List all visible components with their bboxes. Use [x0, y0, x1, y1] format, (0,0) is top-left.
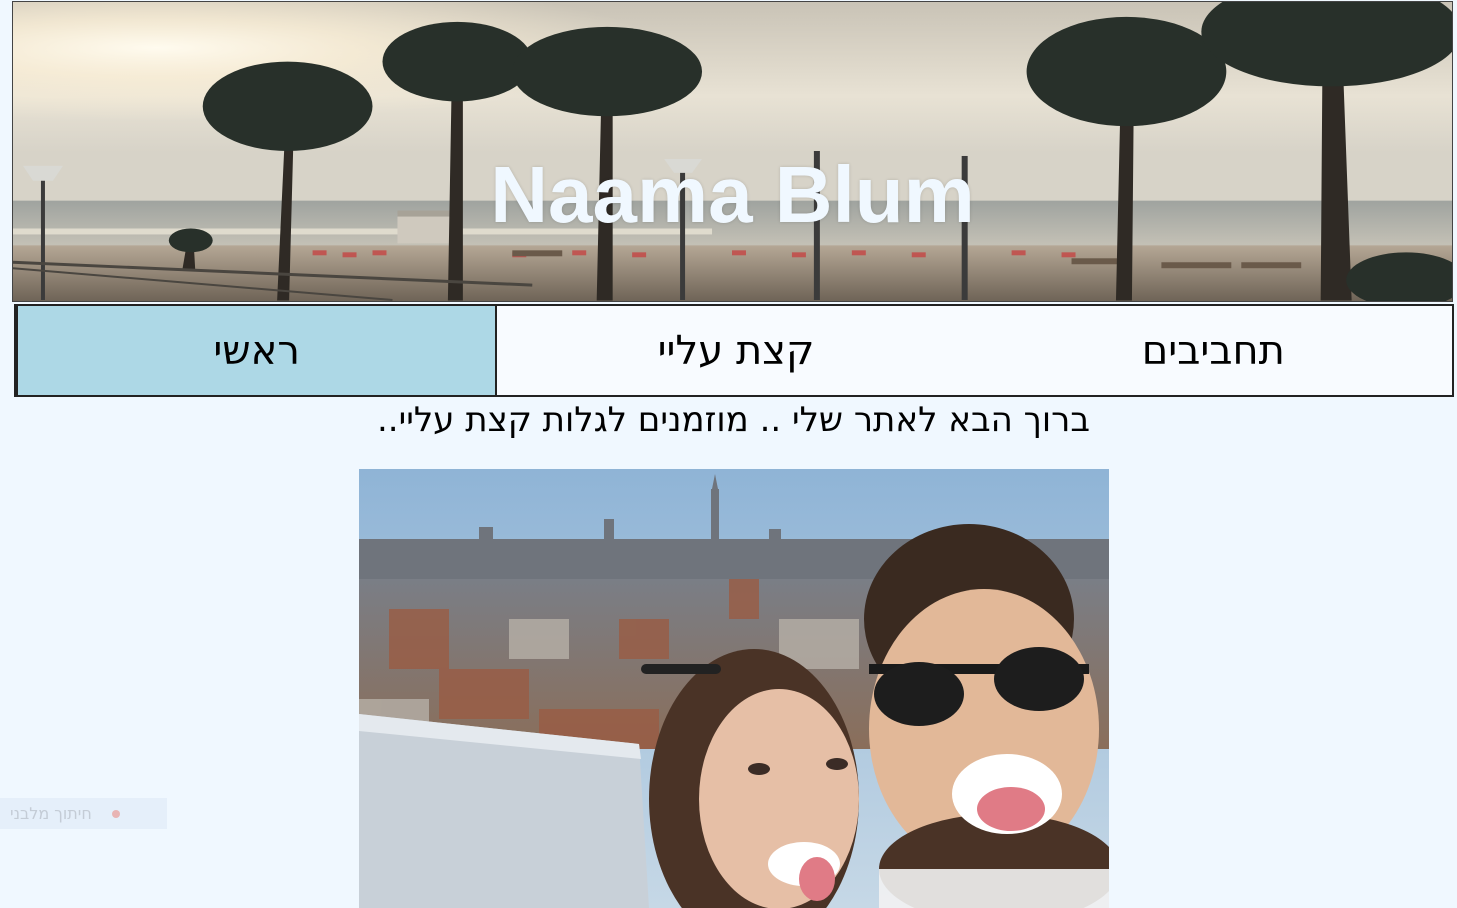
- page: Naama Blum ראשי קצת עליי תחביבים ברוך הב…: [0, 0, 1457, 908]
- nav-item-hobbies[interactable]: תחביבים: [974, 306, 1452, 395]
- site-title: Naama Blum: [490, 150, 975, 239]
- nav-item-about[interactable]: קצת עליי: [495, 306, 975, 395]
- main-nav: ראשי קצת עליי תחביבים: [14, 304, 1454, 397]
- accessibility-widget[interactable]: חיתוך מלבני: [0, 798, 167, 829]
- couple-selfie-photo: [359, 469, 1109, 908]
- welcome-text: ברוך הבא לאתר שלי .. מוזמנים לגלות קצת ע…: [377, 400, 1090, 440]
- accessibility-dot-icon: [102, 800, 130, 828]
- nav-item-home[interactable]: ראשי: [16, 306, 496, 395]
- accessibility-widget-label: חיתוך מלבני: [10, 804, 92, 823]
- header-banner: Naama Blum: [12, 1, 1453, 302]
